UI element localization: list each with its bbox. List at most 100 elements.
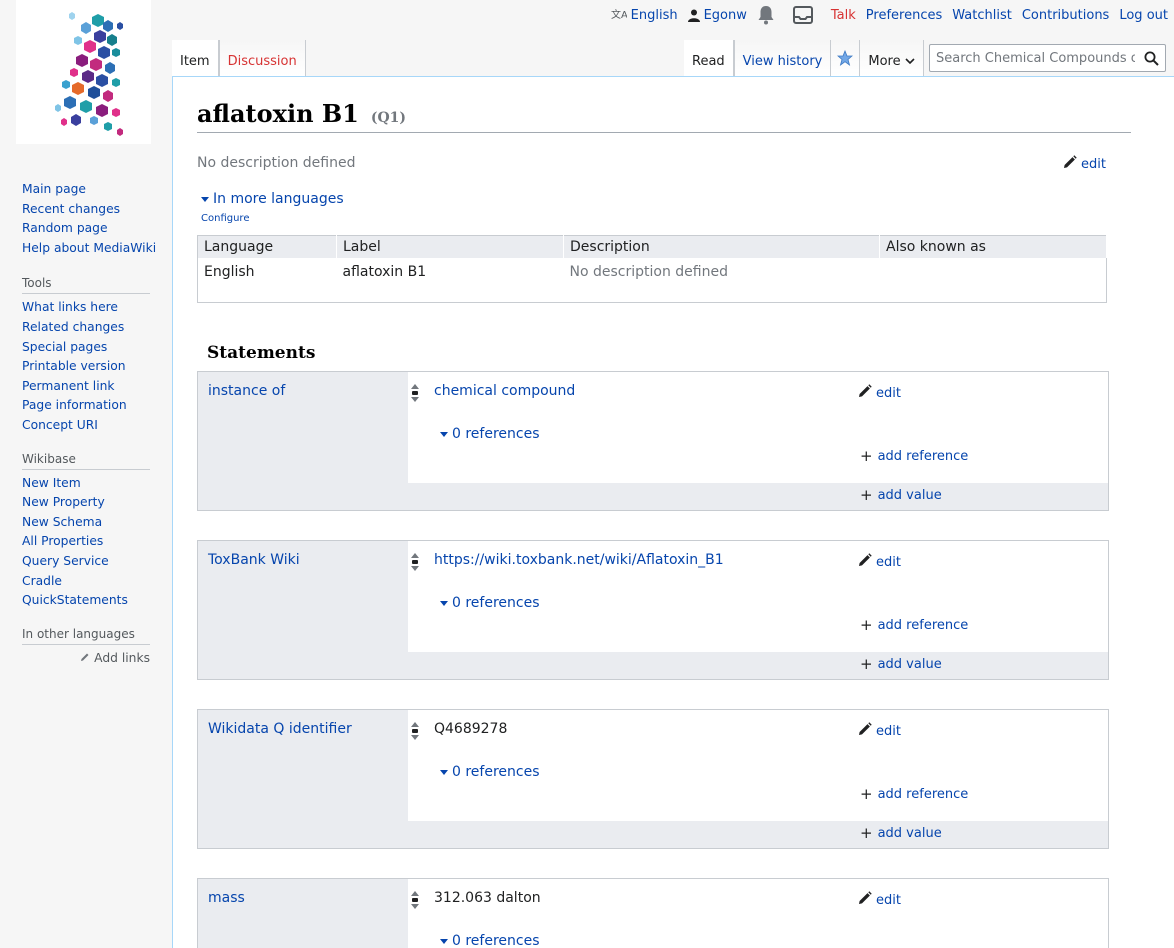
triangle-down-icon bbox=[440, 600, 448, 606]
table-row: English aflatoxin B1 No description defi… bbox=[198, 258, 1107, 303]
property-link[interactable]: ToxBank Wiki bbox=[208, 552, 300, 568]
column-header: Description bbox=[563, 235, 880, 258]
table-header-row: Language Label Description Also known as bbox=[197, 235, 1107, 258]
sidebar: Main page Recent changes Random page Hel… bbox=[0, 180, 172, 677]
watchlist-link[interactable]: Watchlist bbox=[952, 8, 1012, 23]
references-label: 0 references bbox=[452, 933, 540, 948]
sidebar-item-special-pages[interactable]: Special pages bbox=[22, 340, 107, 354]
plus-icon: + bbox=[860, 655, 873, 673]
statement-edit-label: edit bbox=[876, 723, 901, 739]
add-value-button[interactable]: + add value bbox=[860, 826, 942, 842]
sidebar-item-cradle[interactable]: Cradle bbox=[22, 574, 62, 588]
statement-value[interactable]: https://wiki.toxbank.net/wiki/Aflatoxin_… bbox=[434, 552, 724, 568]
column-header: Language bbox=[197, 235, 337, 258]
tab-discussion[interactable]: Discussion bbox=[218, 40, 306, 76]
sidebar-item-related-changes[interactable]: Related changes bbox=[22, 320, 124, 334]
tools-heading: Tools bbox=[22, 272, 150, 295]
property-link[interactable]: Wikidata Q identifier bbox=[208, 721, 352, 737]
references-toggle[interactable]: 0 references bbox=[440, 595, 540, 611]
add-reference-button[interactable]: + add reference bbox=[860, 618, 968, 634]
property-link[interactable]: instance of bbox=[208, 383, 285, 399]
sidebar-navigation: Main page Recent changes Random page Hel… bbox=[22, 180, 156, 258]
tab-item[interactable]: Item bbox=[172, 40, 219, 76]
sidebar-item-random-page[interactable]: Random page bbox=[22, 221, 108, 235]
notifications-notice[interactable] bbox=[792, 6, 813, 24]
references-toggle[interactable]: 0 references bbox=[440, 933, 540, 948]
sidebar-wikibase: Wikibase New Item New Property New Schem… bbox=[22, 448, 150, 611]
configure-link[interactable]: Configure bbox=[201, 213, 249, 224]
star-icon bbox=[837, 49, 854, 67]
chevron-down-icon bbox=[905, 54, 915, 69]
references-toggle[interactable]: 0 references bbox=[440, 426, 540, 442]
contributions-link[interactable]: Contributions bbox=[1022, 8, 1110, 23]
pencil-icon bbox=[858, 384, 872, 402]
watch-star[interactable] bbox=[831, 40, 861, 76]
pencil-icon bbox=[858, 891, 872, 909]
aliases-cell bbox=[880, 258, 1107, 303]
search-box[interactable] bbox=[929, 44, 1166, 72]
statement-edit-button[interactable]: edit bbox=[858, 891, 901, 909]
sidebar-item-new-property[interactable]: New Property bbox=[22, 495, 105, 509]
statement-edit-button[interactable]: edit bbox=[858, 722, 901, 740]
references-toggle[interactable]: 0 references bbox=[440, 764, 540, 780]
triangle-down-icon bbox=[440, 938, 448, 944]
statement-value: Q4689278 bbox=[434, 721, 508, 737]
statement-edit-button[interactable]: edit bbox=[858, 384, 901, 402]
search-icon[interactable] bbox=[1144, 51, 1159, 70]
sidebar-item-main-page[interactable]: Main page bbox=[22, 182, 86, 196]
description-edit-button[interactable]: edit bbox=[1063, 155, 1106, 173]
property-link[interactable]: mass bbox=[208, 890, 245, 906]
notifications-alert[interactable] bbox=[757, 5, 775, 25]
sidebar-item-permanent-link[interactable]: Permanent link bbox=[22, 379, 115, 393]
add-value-label: add value bbox=[877, 657, 942, 672]
sidebar-item-quickstatements[interactable]: QuickStatements bbox=[22, 593, 128, 607]
rank-selector-icon[interactable] bbox=[410, 552, 420, 576]
sidebar-item-concept-uri[interactable]: Concept URI bbox=[22, 418, 98, 432]
triangle-down-icon bbox=[201, 196, 209, 202]
user-page[interactable]: Egonw bbox=[687, 8, 747, 23]
plus-icon: + bbox=[860, 447, 873, 465]
talk-link[interactable]: Talk bbox=[831, 8, 856, 23]
statement: Q4689278 edit 0 references + add referen… bbox=[408, 710, 1108, 821]
sidebar-item-new-item[interactable]: New Item bbox=[22, 476, 81, 490]
rank-selector-icon[interactable] bbox=[410, 890, 420, 914]
add-reference-button[interactable]: + add reference bbox=[860, 447, 968, 465]
username-link[interactable]: Egonw bbox=[704, 8, 747, 23]
statement-edit-button[interactable]: edit bbox=[858, 553, 901, 571]
add-links[interactable]: Add links bbox=[22, 649, 150, 665]
sidebar-item-all-properties[interactable]: All Properties bbox=[22, 534, 103, 548]
tab-view-history[interactable]: View history bbox=[733, 40, 832, 76]
item-description: No description defined bbox=[197, 155, 356, 171]
sidebar-item-query-service[interactable]: Query Service bbox=[22, 554, 109, 568]
logout-link[interactable]: Log out bbox=[1119, 8, 1168, 23]
tray-icon[interactable] bbox=[792, 6, 813, 24]
bell-icon[interactable] bbox=[757, 5, 775, 25]
add-value-button[interactable]: + add value bbox=[860, 655, 942, 673]
in-more-languages-toggle[interactable]: In more languages bbox=[201, 191, 344, 207]
search-input[interactable] bbox=[930, 50, 1135, 66]
item-id: (Q1) bbox=[370, 110, 407, 126]
add-value-button[interactable]: + add value bbox=[860, 488, 942, 504]
tab-read[interactable]: Read bbox=[684, 40, 734, 76]
sidebar-item-page-information[interactable]: Page information bbox=[22, 398, 127, 412]
site-logo[interactable] bbox=[16, 0, 151, 144]
statement-value[interactable]: chemical compound bbox=[434, 383, 575, 399]
sidebar-item-what-links-here[interactable]: What links here bbox=[22, 300, 118, 314]
language-selector[interactable]: 文A English bbox=[611, 8, 678, 23]
add-reference-button[interactable]: + add reference bbox=[860, 787, 968, 803]
rank-selector-icon[interactable] bbox=[410, 383, 420, 407]
label-cell: aflatoxin B1 bbox=[342, 263, 427, 280]
sidebar-item-recent-changes[interactable]: Recent changes bbox=[22, 202, 120, 216]
sidebar-item-printable-version[interactable]: Printable version bbox=[22, 359, 126, 373]
sidebar-item-new-schema[interactable]: New Schema bbox=[22, 515, 102, 529]
language-link[interactable]: English bbox=[631, 8, 678, 23]
sidebar-item-help[interactable]: Help about MediaWiki bbox=[22, 241, 156, 255]
sidebar-tools: Tools What links here Related changes Sp… bbox=[22, 272, 150, 435]
pencil-icon bbox=[858, 722, 872, 740]
statement: chemical compound edit 0 references + ad… bbox=[408, 372, 1108, 483]
references-label: 0 references bbox=[452, 764, 540, 780]
rank-selector-icon[interactable] bbox=[410, 721, 420, 745]
more-menu[interactable]: More bbox=[860, 40, 924, 76]
statement-group: Wikidata Q identifier Q4689278 edit 0 re… bbox=[197, 709, 1109, 849]
preferences-link[interactable]: Preferences bbox=[866, 8, 942, 23]
